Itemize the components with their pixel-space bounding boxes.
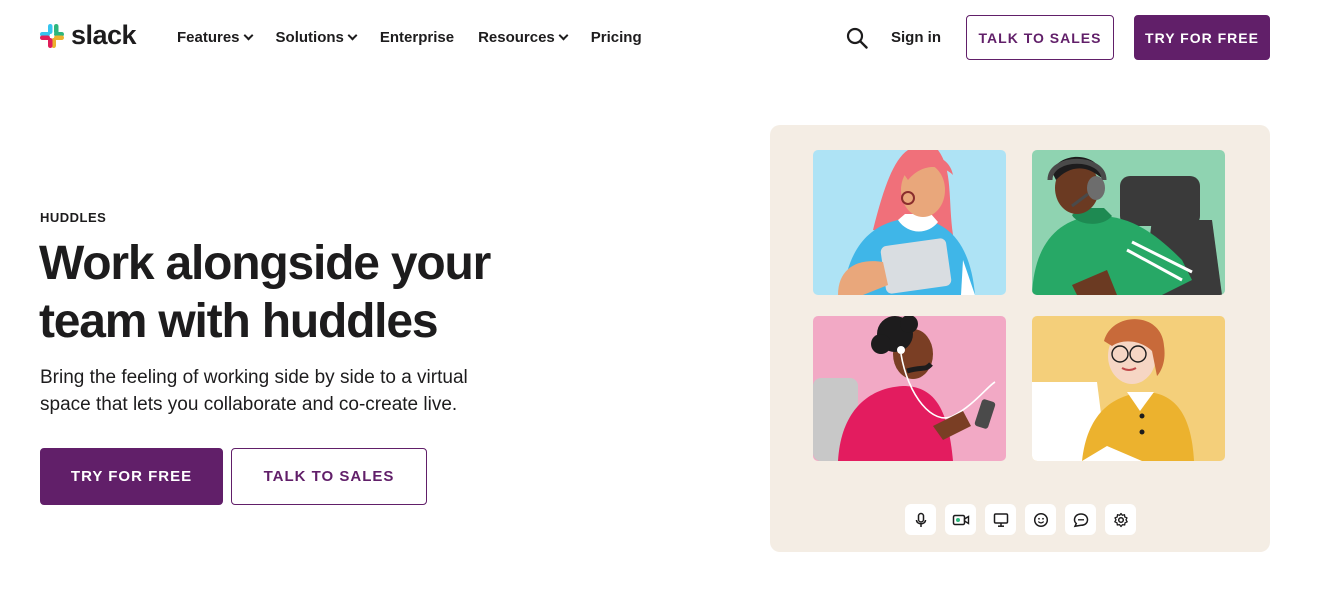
emoji-icon[interactable] — [1025, 504, 1056, 535]
person-with-headset-illustration — [1032, 156, 1222, 295]
screen-share-icon[interactable] — [985, 504, 1016, 535]
nav-pricing-label: Pricing — [590, 29, 642, 46]
huddle-controls — [905, 504, 1136, 535]
nav-solutions-label: Solutions — [275, 29, 344, 46]
talk-to-sales-button[interactable]: TALK TO SALES — [966, 15, 1114, 60]
participant-tile-glasses — [1032, 316, 1225, 461]
hero-headline: Work alongside your team with huddles — [39, 237, 491, 348]
logo-wordmark: slack — [71, 20, 137, 50]
nav-resources[interactable]: Resources — [478, 29, 569, 46]
person-with-glasses-illustration — [1032, 319, 1194, 461]
person-with-phone-illustration — [813, 316, 996, 461]
try-for-free-button[interactable]: TRY FOR FREE — [1134, 15, 1270, 60]
hero-try-for-free-button[interactable]: TRY FOR FREE — [40, 448, 223, 505]
nav-resources-label: Resources — [478, 29, 555, 46]
slack-logo-icon — [40, 23, 64, 48]
video-icon[interactable] — [945, 504, 976, 535]
slack-logo[interactable]: slack — [39, 20, 137, 50]
section-eyebrow: HUDDLES — [40, 210, 107, 225]
chat-icon[interactable] — [1065, 504, 1096, 535]
nav-features-label: Features — [177, 29, 240, 46]
nav-enterprise[interactable]: Enterprise — [380, 29, 454, 46]
nav-pricing[interactable]: Pricing — [591, 29, 642, 46]
sign-in-link[interactable]: Sign in — [891, 29, 941, 46]
hero-subtext: Bring the feeling of working side by sid… — [40, 367, 468, 415]
nav-enterprise-label: Enterprise — [379, 29, 455, 46]
huddle-illustration — [770, 125, 1270, 552]
microphone-icon[interactable] — [905, 504, 936, 535]
top-navigation: slack Features Solutions Enterprise Reso… — [0, 0, 1324, 76]
participant-tile-tablet — [813, 150, 1006, 295]
chevron-down-icon — [243, 30, 253, 41]
nav-solutions[interactable]: Solutions — [275, 29, 358, 46]
person-with-tablet-illustration — [838, 150, 975, 295]
search-icon[interactable] — [846, 27, 868, 49]
main-menu: Features Solutions Enterprise Resources … — [177, 29, 666, 46]
nav-features[interactable]: Features — [177, 29, 253, 46]
chevron-down-icon — [347, 30, 358, 41]
chevron-down-icon — [558, 30, 569, 41]
participant-tile-phone — [813, 316, 1006, 461]
settings-icon[interactable] — [1105, 504, 1136, 535]
participant-tile-headset — [1032, 150, 1225, 295]
hero-talk-to-sales-button[interactable]: TALK TO SALES — [231, 448, 427, 505]
